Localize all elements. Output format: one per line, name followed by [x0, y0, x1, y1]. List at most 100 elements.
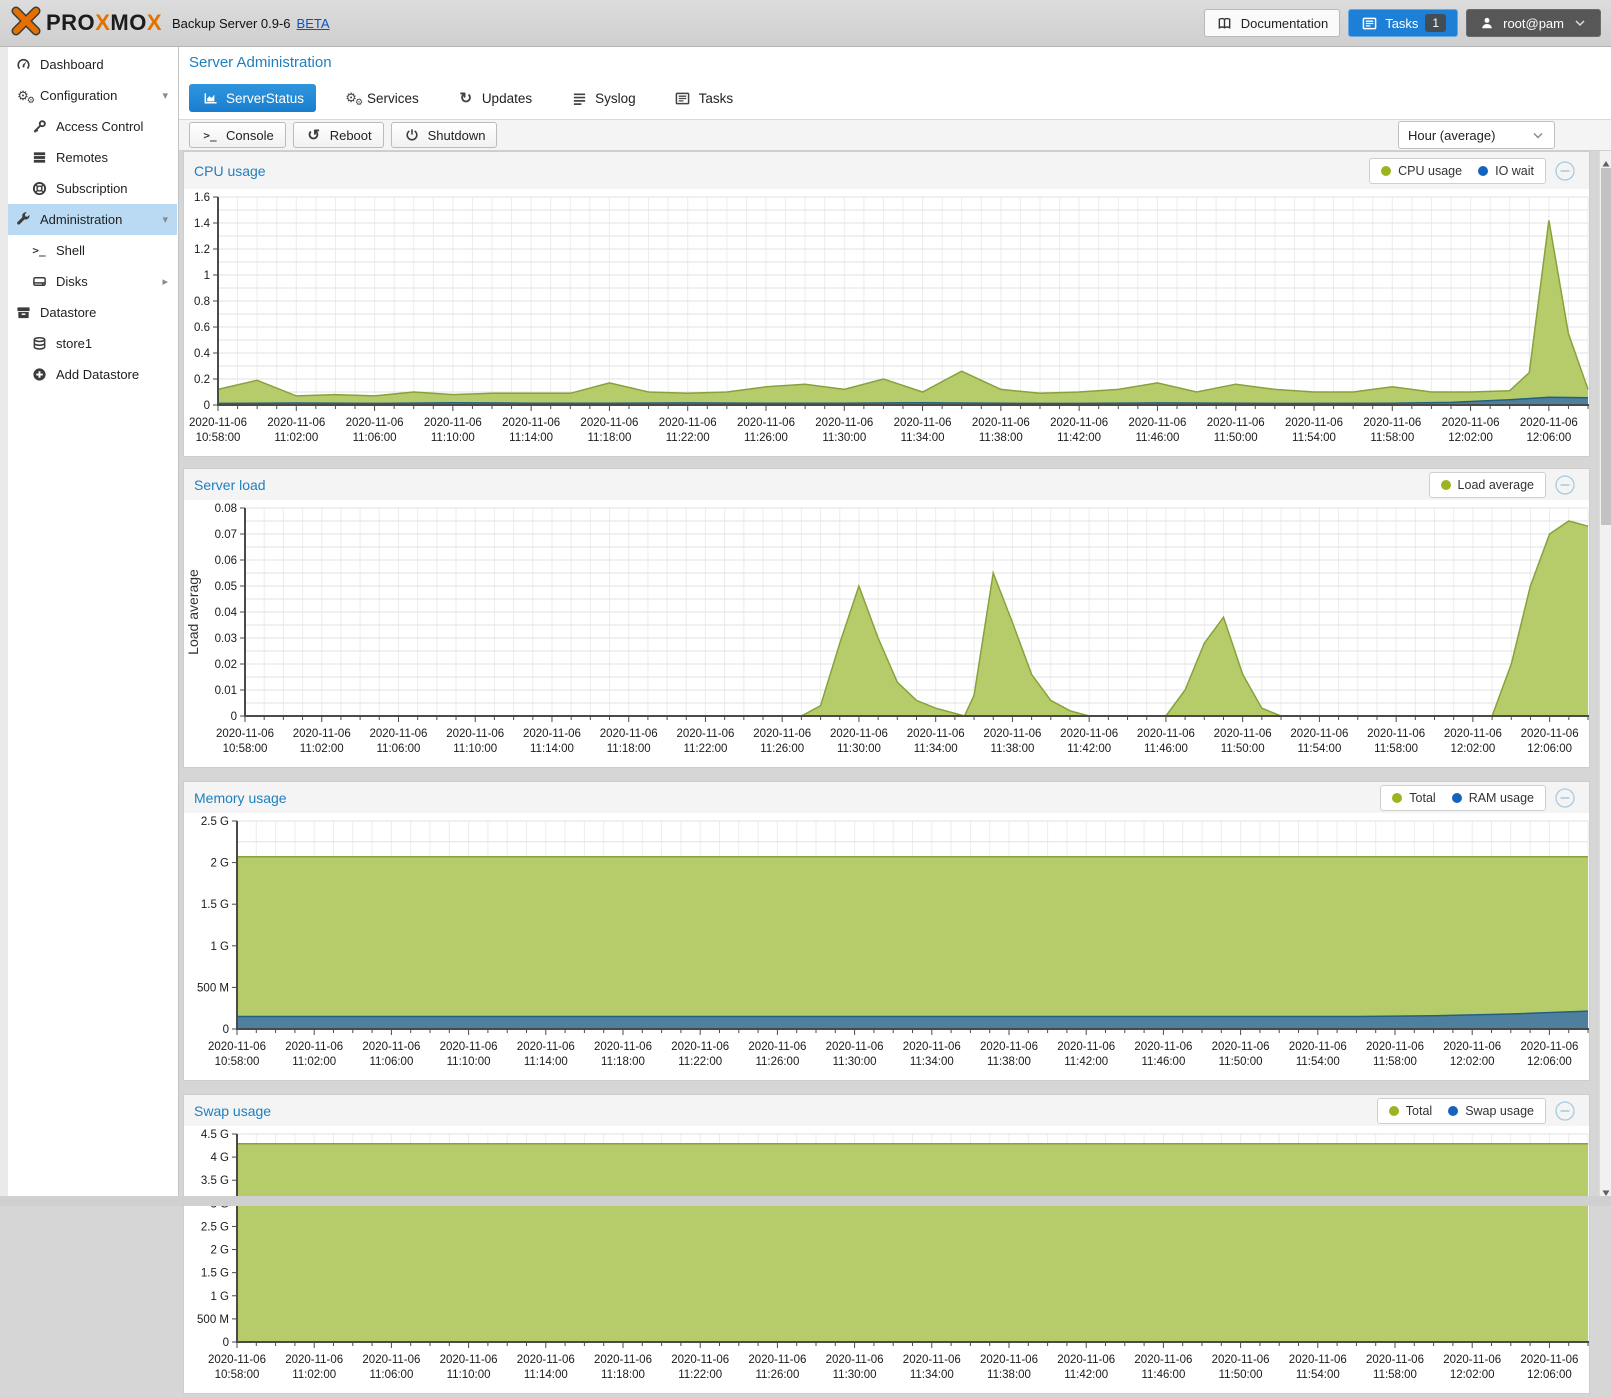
svg-text:2020-11-06: 2020-11-06 — [293, 728, 351, 740]
svg-text:2020-11-06: 2020-11-06 — [1521, 728, 1579, 740]
svg-text:2020-11-06: 2020-11-06 — [208, 1041, 266, 1053]
svg-text:11:54:00: 11:54:00 — [1296, 1369, 1340, 1381]
svg-text:11:54:00: 11:54:00 — [1296, 1056, 1340, 1068]
svg-text:2020-11-06: 2020-11-06 — [1285, 417, 1343, 429]
tab-updates[interactable]: ↻ Updates — [445, 84, 544, 112]
svg-text:11:38:00: 11:38:00 — [990, 743, 1034, 755]
legend-item-cpu-usage[interactable]: CPU usage — [1381, 164, 1462, 178]
svg-text:1.2: 1.2 — [194, 244, 210, 256]
sidebar-item-subscription[interactable]: Subscription — [8, 173, 177, 204]
wrench-icon — [14, 212, 32, 228]
svg-text:12:02:00: 12:02:00 — [1450, 1056, 1495, 1068]
svg-text:2020-11-06: 2020-11-06 — [285, 1354, 343, 1366]
svg-text:11:34:00: 11:34:00 — [914, 743, 958, 755]
legend-item-ram-usage[interactable]: RAM usage — [1452, 791, 1534, 805]
svg-text:2020-11-06: 2020-11-06 — [894, 417, 952, 429]
scroll-down-arrow-icon[interactable] — [1602, 1184, 1610, 1192]
svg-text:12:06:00: 12:06:00 — [1527, 1056, 1572, 1068]
documentation-button[interactable]: Documentation — [1204, 9, 1340, 37]
svg-text:11:14:00: 11:14:00 — [530, 743, 574, 755]
svg-text:10:58:00: 10:58:00 — [223, 743, 268, 755]
svg-text:2020-11-06: 2020-11-06 — [980, 1354, 1038, 1366]
tab-syslog[interactable]: Syslog — [558, 84, 648, 112]
panel-title: Swap usage — [194, 1103, 271, 1119]
beta-link[interactable]: BETA — [297, 16, 330, 31]
tab-tasks[interactable]: Tasks — [662, 84, 746, 112]
svg-text:2020-11-06: 2020-11-06 — [580, 417, 638, 429]
svg-text:11:26:00: 11:26:00 — [760, 743, 804, 755]
svg-text:2020-11-06: 2020-11-06 — [1367, 728, 1425, 740]
user-menu-button[interactable]: root@pam — [1466, 9, 1601, 37]
top-header-bar: PROXMOX Backup Server 0.9-6 BETA Documen… — [0, 0, 1611, 47]
svg-text:11:46:00: 11:46:00 — [1135, 432, 1179, 444]
power-icon — [403, 127, 421, 143]
tab-serverstatus[interactable]: ServerStatus — [189, 84, 316, 112]
key-icon — [30, 119, 48, 135]
svg-text:11:10:00: 11:10:00 — [453, 743, 497, 755]
svg-text:12:06:00: 12:06:00 — [1527, 1369, 1572, 1381]
legend-item-io-wait[interactable]: IO wait — [1478, 164, 1534, 178]
svg-text:11:54:00: 11:54:00 — [1297, 743, 1341, 755]
svg-text:500 M: 500 M — [197, 1314, 229, 1326]
svg-text:2020-11-06: 2020-11-06 — [1060, 728, 1118, 740]
console-button[interactable]: >_ Console — [189, 122, 286, 148]
svg-text:2020-11-06: 2020-11-06 — [440, 1354, 498, 1366]
reboot-button[interactable]: ↺ Reboot — [293, 122, 384, 148]
svg-text:2020-11-06: 2020-11-06 — [753, 728, 811, 740]
svg-text:2020-11-06: 2020-11-06 — [903, 1041, 961, 1053]
panel-title: CPU usage — [194, 163, 266, 179]
collapse-panel-button[interactable] — [1555, 475, 1575, 495]
panel-header: CPU usage CPU usage IO wait — [184, 152, 1589, 189]
svg-text:2020-11-06: 2020-11-06 — [1207, 417, 1265, 429]
svg-text:0.06: 0.06 — [215, 555, 237, 567]
sidebar-item-shell[interactable]: >_ Shell — [8, 235, 177, 266]
memory-usage-chart: 0500 M1 G1.5 G2 G2.5 G2020-11-0610:58:00… — [184, 813, 1589, 1079]
sidebar-item-configuration[interactable]: ⚙ Configuration ▾ — [8, 80, 177, 111]
sidebar-item-disks[interactable]: Disks ▸ — [8, 266, 177, 297]
tab-services[interactable]: ⚙ Services — [330, 84, 431, 112]
svg-text:2020-11-06: 2020-11-06 — [1366, 1041, 1424, 1053]
legend-item-swap-usage[interactable]: Swap usage — [1448, 1104, 1534, 1118]
legend-item-total[interactable]: Total — [1392, 791, 1435, 805]
svg-text:11:54:00: 11:54:00 — [1292, 432, 1336, 444]
sidebar-item-add-datastore[interactable]: Add Datastore — [8, 359, 177, 390]
svg-text:11:30:00: 11:30:00 — [833, 1369, 877, 1381]
vertical-scrollbar[interactable] — [1599, 151, 1611, 1196]
collapse-panel-button[interactable] — [1555, 161, 1575, 181]
time-range-select[interactable]: Hour (average) — [1398, 121, 1555, 149]
legend-item-load-average[interactable]: Load average — [1441, 478, 1534, 492]
chevron-down-icon — [1531, 131, 1545, 140]
svg-text:2020-11-06: 2020-11-06 — [1134, 1354, 1192, 1366]
sidebar-item-remotes[interactable]: Remotes — [8, 142, 177, 173]
panel-title: Memory usage — [194, 790, 287, 806]
collapse-panel-button[interactable] — [1555, 788, 1575, 808]
svg-text:0: 0 — [231, 711, 237, 723]
shutdown-button[interactable]: Shutdown — [391, 122, 498, 148]
svg-text:11:22:00: 11:22:00 — [678, 1056, 722, 1068]
svg-text:2020-11-06: 2020-11-06 — [1128, 417, 1186, 429]
legend-item-total[interactable]: Total — [1389, 1104, 1432, 1118]
svg-text:11:42:00: 11:42:00 — [1057, 432, 1101, 444]
sidebar-item-administration[interactable]: Administration ▾ — [8, 204, 177, 235]
svg-text:11:14:00: 11:14:00 — [524, 1369, 568, 1381]
svg-text:11:06:00: 11:06:00 — [377, 743, 421, 755]
svg-text:2020-11-06: 2020-11-06 — [523, 728, 581, 740]
refresh-icon: ↻ — [457, 90, 475, 106]
svg-text:11:22:00: 11:22:00 — [683, 743, 727, 755]
sidebar-item-dashboard[interactable]: Dashboard — [8, 49, 177, 80]
svg-text:11:58:00: 11:58:00 — [1374, 743, 1418, 755]
svg-text:1.5 G: 1.5 G — [201, 899, 229, 911]
task-list-icon — [674, 90, 692, 106]
scroll-up-arrow-icon[interactable] — [1602, 155, 1610, 163]
sidebar-item-access-control[interactable]: Access Control — [8, 111, 177, 142]
sidebar-item-datastore[interactable]: Datastore — [8, 297, 177, 328]
collapse-panel-button[interactable] — [1555, 1101, 1575, 1121]
scrollbar-thumb[interactable] — [1601, 168, 1611, 525]
svg-text:0.8: 0.8 — [194, 296, 210, 308]
svg-text:2020-11-06: 2020-11-06 — [1520, 1354, 1578, 1366]
svg-text:11:38:00: 11:38:00 — [979, 432, 1023, 444]
sidebar-item-store1[interactable]: store1 — [8, 328, 177, 359]
tasks-button[interactable]: Tasks 1 — [1348, 9, 1458, 37]
svg-text:2020-11-06: 2020-11-06 — [830, 728, 888, 740]
panel-header: Memory usage Total RAM usage — [184, 782, 1589, 813]
